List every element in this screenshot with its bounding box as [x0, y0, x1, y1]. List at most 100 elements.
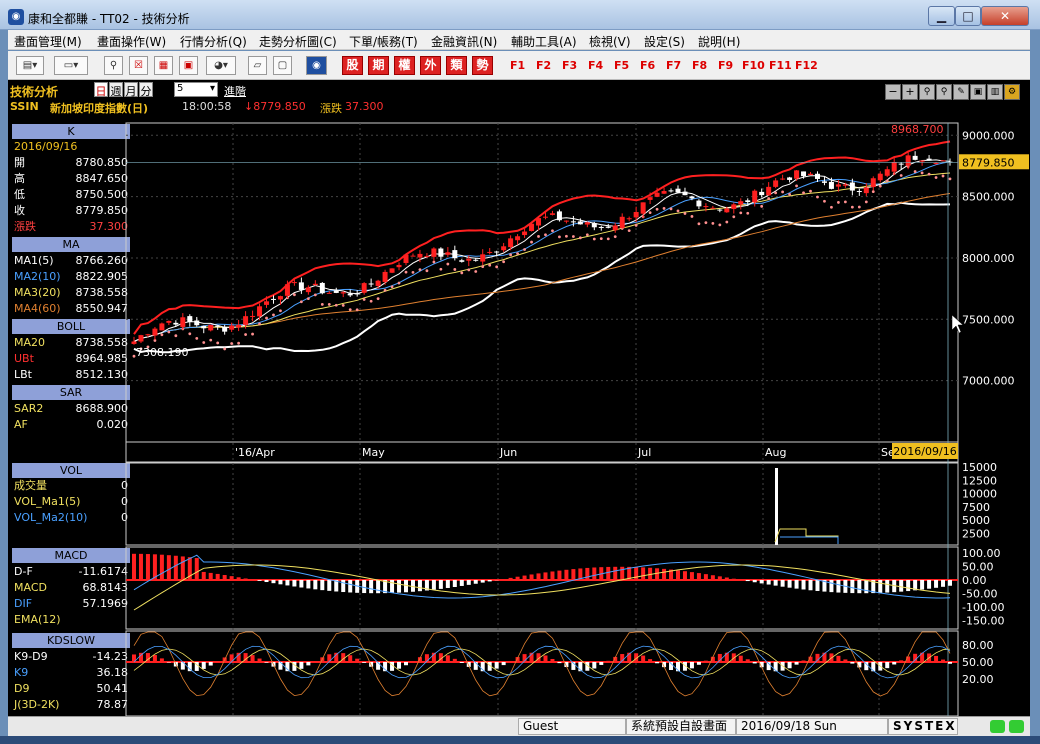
zoom-in-button[interactable]: + [902, 84, 918, 100]
sar-dot [592, 237, 596, 241]
kd-tick-label: 20.00 [962, 673, 994, 686]
kd-histogram-bar [501, 662, 506, 666]
chart-canvas[interactable]: 9000.000 8500.000 8000.000 7500.000 7000.000… [8, 120, 1030, 716]
sar-dot [174, 334, 178, 338]
sar-dot [830, 205, 833, 209]
save-icon[interactable]: ▣ [970, 84, 986, 100]
f1-key[interactable]: F1 [510, 59, 525, 72]
sar-dot [481, 265, 485, 269]
drawing-tool-icon[interactable]: ✎ [953, 84, 969, 100]
kd-histogram-bar [264, 662, 269, 663]
vol-tick-label: 10000 [962, 488, 997, 501]
period-month-tab[interactable]: 月 [124, 82, 138, 98]
menu-screen-operate[interactable]: 畫面操作(W) [97, 33, 166, 50]
magnify-plus-icon[interactable]: ⚲ [936, 84, 952, 100]
f7-key[interactable]: F7 [666, 59, 681, 72]
candle-body [926, 158, 932, 161]
maximize-button[interactable]: □ [955, 6, 981, 26]
minimize-button[interactable]: ▁ [928, 6, 955, 26]
menu-view[interactable]: 檢視(V) [589, 33, 631, 50]
pane-border [125, 462, 959, 546]
macd-histogram-bar [438, 580, 443, 589]
sar-dot [878, 184, 882, 188]
macd-histogram-bar [801, 580, 806, 590]
kd-histogram-bar [592, 662, 597, 669]
period-minute-tab[interactable]: 分 [139, 82, 153, 98]
stock-button[interactable]: 股 [342, 56, 363, 75]
menu-quote-analysis[interactable]: 行情分析(Q) [180, 33, 247, 50]
layout-icon[interactable]: ▤▾ [16, 56, 44, 75]
layout-switch-icon[interactable]: ▥ [987, 84, 1003, 100]
kd-histogram-bar [550, 658, 555, 662]
futures-button[interactable]: 期 [368, 56, 389, 75]
macd-histogram-bar [543, 572, 548, 580]
window-icon[interactable]: ▢ [273, 56, 292, 75]
candle-body [480, 254, 486, 262]
candle-body [801, 171, 807, 177]
candle-body [647, 197, 653, 200]
macd-histogram-bar [662, 568, 667, 580]
sar-dot [857, 205, 861, 209]
sar-dot [418, 268, 422, 271]
sar-dot [306, 297, 310, 301]
macd-histogram-bar [592, 567, 597, 580]
table-icon[interactable]: ▣ [179, 56, 198, 75]
f11-key[interactable]: F11 [769, 59, 792, 72]
menu-order-account[interactable]: 下單/帳務(T) [349, 33, 418, 50]
sar-dot [209, 338, 213, 342]
f9-key[interactable]: F9 [718, 59, 733, 72]
alert-icon[interactable]: ◕▾ [206, 56, 236, 75]
f3-key[interactable]: F3 [562, 59, 577, 72]
macd-histogram-bar [857, 580, 862, 594]
sar-dot [516, 252, 519, 255]
candle-body [382, 271, 388, 282]
kd-histogram-bar [278, 662, 283, 670]
home-icon[interactable]: ◉ [306, 56, 327, 75]
trend-button[interactable]: 勢 [472, 56, 493, 75]
f4-key[interactable]: F4 [588, 59, 603, 72]
candle-body [326, 292, 332, 294]
f12-key[interactable]: F12 [795, 59, 818, 72]
sar-dot [655, 207, 659, 211]
macd-histogram-bar [850, 580, 855, 594]
sar-dot [843, 200, 847, 204]
f5-key[interactable]: F5 [614, 59, 629, 72]
menu-financial-info[interactable]: 金融資訊(N) [431, 33, 497, 50]
f6-key[interactable]: F6 [640, 59, 655, 72]
zoom-out-button[interactable]: − [885, 84, 901, 100]
macd-tick-label: 100.00 [962, 547, 1001, 560]
menu-screen-manage[interactable]: 畫面管理(M) [14, 33, 82, 50]
category-button[interactable]: 類 [446, 56, 467, 75]
menu-trend-chart[interactable]: 走勢分析圖(C) [259, 33, 337, 50]
grid-icon[interactable]: ▦ [154, 56, 173, 75]
macd-histogram-bar [794, 580, 799, 589]
macd-histogram-bar [445, 580, 450, 588]
minute-interval-select[interactable]: 5 ▾ [174, 82, 218, 97]
advanced-link[interactable]: 進階 [224, 83, 246, 99]
menu-settings[interactable]: 設定(S) [644, 33, 685, 50]
sar-dot [397, 281, 401, 285]
kd-histogram-bar [648, 659, 653, 662]
search-icon[interactable]: ⚲ [104, 56, 123, 75]
menu-tools[interactable]: 輔助工具(A) [511, 33, 577, 50]
magnify-minus-icon[interactable]: ⚲ [919, 84, 935, 100]
f8-key[interactable]: F8 [692, 59, 707, 72]
close-chart-icon[interactable]: ☒ [129, 56, 148, 75]
close-button[interactable]: ✕ [981, 6, 1029, 26]
macd-histogram-bar [829, 580, 834, 593]
taskbar [0, 736, 1040, 744]
f10-key[interactable]: F10 [742, 59, 765, 72]
foreign-button[interactable]: 外 [420, 56, 441, 75]
candle-body [166, 320, 172, 323]
menu-help[interactable]: 說明(H) [698, 33, 740, 50]
period-day-tab[interactable]: 日 [94, 82, 108, 98]
f2-key[interactable]: F2 [536, 59, 551, 72]
pane-border [125, 630, 959, 716]
kd-histogram-bar [738, 655, 743, 662]
settings-icon[interactable]: ⚙ [1004, 84, 1020, 100]
card-icon[interactable]: ▱ [248, 56, 267, 75]
options-button[interactable]: 權 [394, 56, 415, 75]
candle-body [501, 246, 507, 251]
monitor-icon[interactable]: ▭▾ [54, 56, 88, 75]
period-week-tab[interactable]: 週 [109, 82, 123, 98]
